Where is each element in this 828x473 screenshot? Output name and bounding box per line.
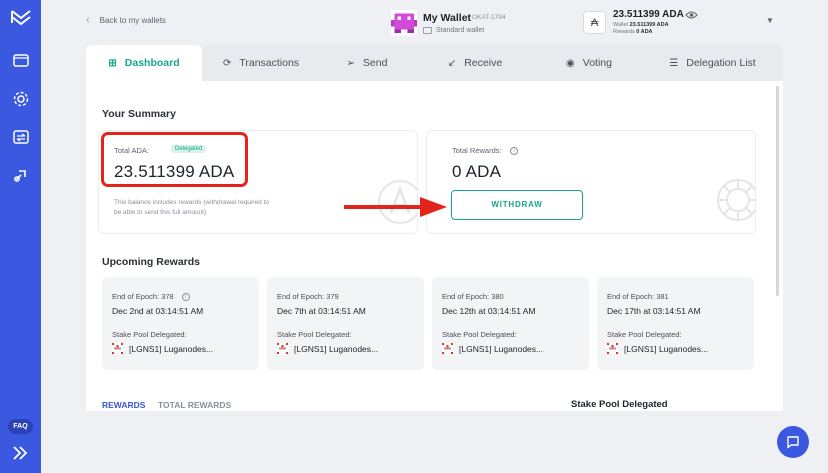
pool-label: Stake Pool Delegated: [277,330,352,339]
tab-rewards[interactable]: REWARDS [102,400,145,410]
epoch-date: Dec 17th at 03:14:51 AM [607,306,701,316]
pool-label: Stake Pool Delegated: [112,330,187,339]
pool-identicon-icon [112,343,123,354]
scrollbar[interactable] [776,86,779,296]
tab-label: Receive [464,57,503,69]
wallet-type-label: Standard wallet [436,27,485,34]
rewards-watermark-icon [717,179,755,221]
wallet-type: Standard wallet [423,27,484,34]
epoch-label: End of Epoch: 379 [277,292,339,301]
highlight-annotation-box [101,132,248,187]
pool-name-row: [LGNS1] Luganodes... [112,343,213,354]
send-icon: ➢ [346,57,355,69]
epoch-card: End of Epoch: 378 i Dec 2nd at 03:14:51 … [102,277,259,370]
pool-name-row: [LGNS1] Luganodes... [442,343,543,354]
epoch-date: Dec 2nd at 03:14:51 AM [112,306,204,316]
epoch-card: End of Epoch: 379 Dec 7th at 03:14:51 AM… [267,277,424,370]
tab-dashboard[interactable]: ⊞ Dashboard [86,45,202,81]
list-icon: ☰ [669,57,679,69]
pool-name: [LGNS1] Luganodes... [294,343,379,354]
wallet-sub-value: 23.511399 ADA [629,22,669,28]
main-tabs: ⊞ Dashboard ⟳ Transactions ➢ Send ↙ Rece… [86,45,783,81]
tab-transactions[interactable]: ⟳ Transactions [202,45,320,81]
epoch-date: Dec 12th at 03:14:51 AM [442,306,536,316]
tab-label: Voting [582,57,612,69]
expand-sidebar-icon[interactable] [11,444,29,462]
pool-identicon-icon [607,343,618,354]
rewards-sub-label: Rewards [613,29,635,35]
wallet-type-icon [423,27,432,34]
tab-label: Transactions [239,57,300,69]
wallet-sub-line: Wallet 23.511399 ADA [613,22,669,28]
pool-identicon-icon [277,343,288,354]
info-icon[interactable]: i [510,147,518,155]
exchange-icon[interactable] [11,127,31,147]
upcoming-rewards-title: Upcoming Rewards [102,256,201,268]
balance-note: This balance includes rewards (withdrawa… [114,199,269,216]
rewards-sub-value: 0 ADA [636,29,653,35]
summary-title: Your Summary [102,108,176,120]
withdraw-button[interactable]: WITHDRAW [451,190,583,220]
tab-delegation-list[interactable]: ☰ Delegation List [642,45,783,81]
pool-identicon-icon [442,343,453,354]
epoch-label: End of Epoch: 378 i [112,292,190,302]
pool-label: Stake Pool Delegated: [442,330,517,339]
tab-label: Dashboard [124,57,180,69]
pool-name: [LGNS1] Luganodes... [129,343,214,354]
epoch-label-text: End of Epoch: 378 [112,292,174,301]
tab-label: Delegation List [686,57,756,69]
ada-logo-icon: ₳ [583,11,606,34]
arrow-annotation-icon [344,197,447,217]
tab-receive[interactable]: ↙ Receive [414,45,536,81]
tab-total-rewards[interactable]: TOTAL REWARDS [158,400,231,410]
epoch-card: End of Epoch: 380 Dec 12th at 03:14:51 A… [432,277,589,370]
wallet-sub-label: Wallet [613,22,629,28]
epoch-card: End of Epoch: 381 Dec 17th at 03:14:51 A… [597,277,754,370]
settings-icon[interactable] [11,89,31,109]
transactions-icon: ⟳ [222,57,232,69]
pool-label: Stake Pool Delegated: [607,330,682,339]
epoch-date: Dec 7th at 03:14:51 AM [277,306,366,316]
chat-button[interactable] [777,426,809,458]
pool-name: [LGNS1] Luganodes... [624,343,709,354]
back-to-wallets-link[interactable]: ‹ Back to my wallets [86,14,166,26]
chat-icon [787,436,799,449]
tab-label: Send [362,57,388,69]
caret-down-icon[interactable]: ▼ [766,16,774,25]
total-rewards-label: Total Rewards: [452,146,502,155]
back-label: Back to my wallets [99,15,166,25]
chevron-left-icon: ‹ [86,14,90,26]
tab-voting[interactable]: ◉ Voting [536,45,642,81]
staking-icon[interactable] [11,165,31,185]
dashboard-icon: ⊞ [108,57,117,69]
faq-button[interactable]: FAQ [8,419,33,434]
wallet-name: My Wallet [423,12,472,24]
wallet-code: OKAT-1794 [472,14,506,21]
pool-name-row: [LGNS1] Luganodes... [607,343,708,354]
pool-name-row: [LGNS1] Luganodes... [277,343,378,354]
rewards-sub-line: Rewards 0 ADA [613,29,653,35]
wallet-avatar [391,10,417,36]
tab-send[interactable]: ➢ Send [320,45,414,81]
epoch-label: End of Epoch: 380 [442,292,504,301]
voting-icon: ◉ [566,57,575,69]
sidebar: FAQ [0,0,41,473]
wallet-icon[interactable] [11,51,31,71]
account-selector[interactable]: ₳ 23.511399 ADA Wallet 23.511399 ADA Rew… [583,8,783,38]
pool-name: [LGNS1] Luganodes... [459,343,544,354]
dashboard-content: Your Summary Total ADA: Delegated 23.511… [86,81,783,411]
app-logo-icon[interactable] [10,8,32,28]
receive-icon: ↙ [447,57,457,69]
stake-pool-heading: Stake Pool Delegated [571,399,668,410]
info-icon[interactable]: i [181,293,190,301]
eye-icon[interactable] [685,10,698,20]
epoch-label: End of Epoch: 381 [607,292,669,301]
header-balance: 23.511399 ADA [613,9,684,20]
total-rewards-value: 0 ADA [452,162,502,181]
